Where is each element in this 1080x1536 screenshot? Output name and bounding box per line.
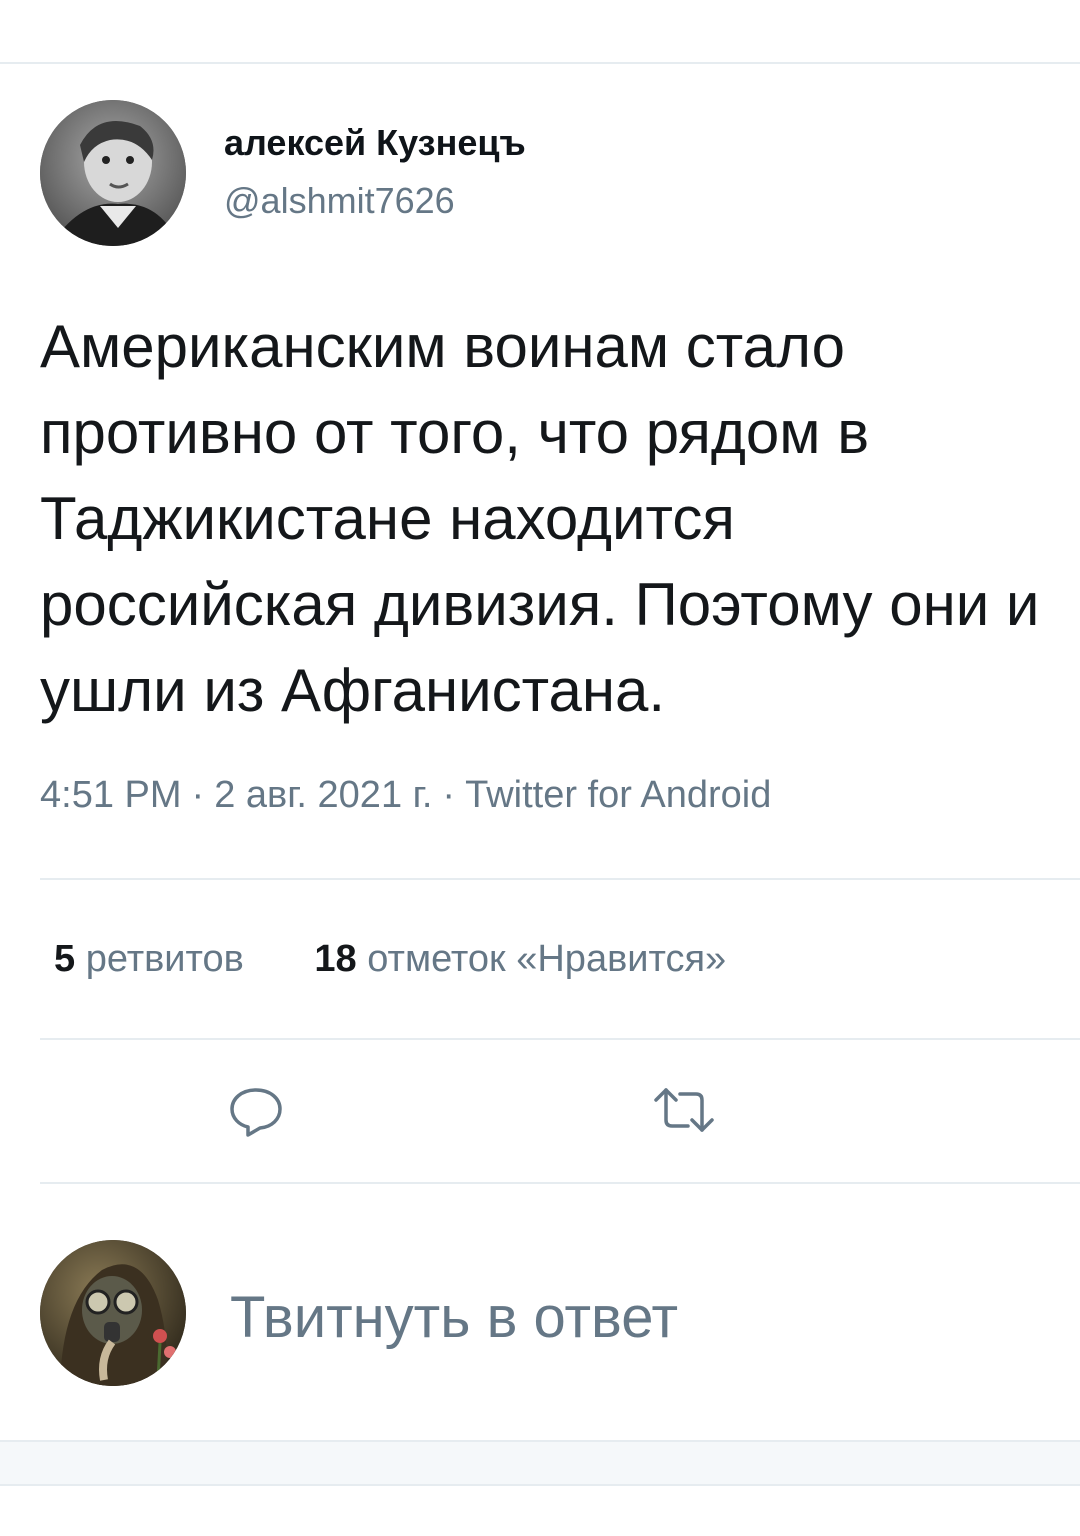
reply-icon: [230, 1088, 282, 1137]
author-display-name[interactable]: алексей Кузнецъ: [224, 122, 526, 164]
retweets-stat[interactable]: 5 ретвитов: [54, 938, 244, 981]
retweet-button[interactable]: [652, 1078, 716, 1142]
reply-button[interactable]: [224, 1078, 288, 1142]
meta-separator: ·: [191, 774, 205, 816]
tweet-time[interactable]: 4:51 PM: [40, 774, 182, 816]
meta-separator: ·: [442, 774, 456, 816]
tweet-author[interactable]: алексей Кузнецъ @alshmit7626: [40, 100, 1040, 250]
likes-stat[interactable]: 18 отметок «Нравится»: [314, 938, 726, 981]
retweet-icon: [654, 1088, 714, 1132]
tweet-detail-page: алексей Кузнецъ @alshmit7626 Американски…: [0, 0, 1080, 1536]
author-handle[interactable]: @alshmit7626: [224, 180, 455, 222]
tweet-meta: 4:51 PM · 2 авг. 2021 г. · Twitter for Andro…: [40, 774, 771, 817]
tweet-source[interactable]: Twitter for Android: [465, 774, 771, 816]
retweets-count: 5: [54, 938, 76, 980]
top-header: [0, 0, 1080, 64]
divider: [40, 1038, 1080, 1040]
header-title-cut: [216, 0, 336, 4]
divider: [40, 878, 1080, 880]
author-avatar[interactable]: [40, 100, 186, 246]
divider: [40, 1182, 1080, 1184]
tweet-date[interactable]: 2 авг. 2021 г.: [214, 774, 432, 816]
user-avatar[interactable]: [40, 1240, 186, 1386]
reply-input[interactable]: Твитнуть в ответ: [230, 1284, 678, 1351]
tweet-stats: 5 ретвитов 18 отметок «Нравится»: [54, 938, 726, 981]
tweet-text: Американским воинам стало противно от то…: [40, 313, 1040, 724]
likes-count: 18: [314, 938, 357, 980]
retweets-label: ретвитов: [85, 938, 244, 980]
back-arrow-icon[interactable]: [40, 0, 80, 6]
reply-composer[interactable]: Твитнуть в ответ: [40, 1240, 1040, 1390]
likes-label: отметок «Нравится»: [367, 938, 727, 980]
bottom-separator-band: [0, 1440, 1080, 1486]
